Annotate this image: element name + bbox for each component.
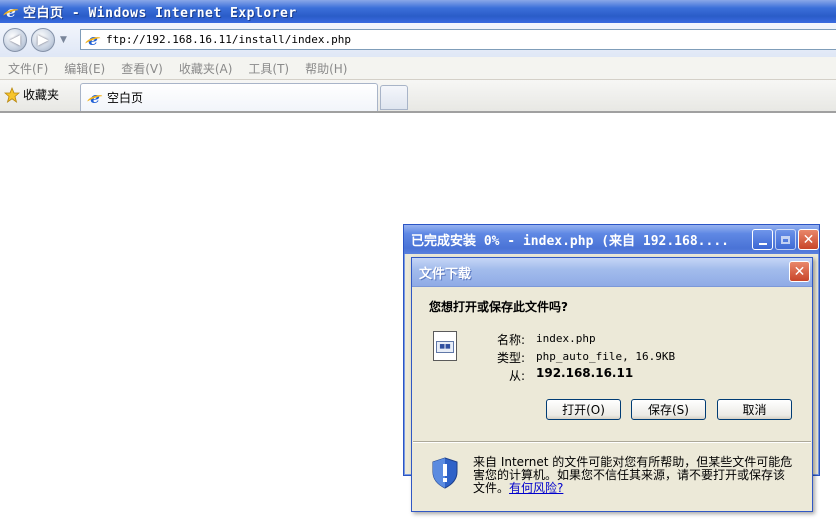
recent-pages-dropdown-icon[interactable]: ▼ <box>60 35 67 45</box>
menu-favorites[interactable]: 收藏夹(A) <box>179 60 233 77</box>
star-icon <box>4 86 20 103</box>
download-question: 您想打开或保存此文件吗? <box>429 300 568 314</box>
type-label: 类型: <box>496 351 525 365</box>
from-value: 192.168.16.11 <box>536 366 634 380</box>
window-title: 空白页 - Windows Internet Explorer <box>23 6 297 21</box>
address-toolbar: ◀ ▶ ▼ e ftp://192.168.16.11/install/inde… <box>0 23 836 58</box>
favorites-button[interactable]: 收藏夹 <box>4 86 59 103</box>
page-ie-icon: e <box>85 31 101 49</box>
menu-tools[interactable]: 工具(T) <box>248 60 289 77</box>
dialog-close-button[interactable]: ✕ <box>789 261 810 282</box>
forward-button[interactable]: ▶ <box>31 28 55 52</box>
maximize-button <box>775 229 796 250</box>
tab-bar: 收藏夹 e 空白页 <box>0 80 836 113</box>
type-value: php_auto_file, 16.9KB <box>536 350 676 363</box>
file-icon: ■■ <box>433 331 457 361</box>
dialog-divider <box>413 441 811 443</box>
menu-edit[interactable]: 编辑(E) <box>64 60 105 77</box>
address-url[interactable]: ftp://192.168.16.11/install/index.php <box>106 33 351 46</box>
tab-blank-page[interactable]: e 空白页 <box>80 83 378 111</box>
security-shield-icon <box>432 457 458 489</box>
progress-close-button[interactable]: ✕ <box>798 229 819 250</box>
progress-title: 已完成安装 0% - index.php (来自 192.168.... <box>411 234 729 249</box>
address-input[interactable]: e ftp://192.168.16.11/install/index.php <box>80 29 836 50</box>
menu-help[interactable]: 帮助(H) <box>305 60 347 77</box>
file-download-dialog: 文件下载 ✕ 您想打开或保存此文件吗? ■■ 名称: index.php 类型:… <box>411 257 813 512</box>
cancel-button[interactable]: 取消 <box>717 399 792 420</box>
ie-title-bar[interactable]: e 空白页 - Windows Internet Explorer <box>0 0 836 23</box>
open-button[interactable]: 打开(O) <box>546 399 621 420</box>
tab-label: 空白页 <box>107 91 144 105</box>
name-label: 名称: <box>496 333 525 347</box>
security-warning: 来自 Internet 的文件可能对您有所帮助，但某些文件可能危害您的计算机。如… <box>473 456 795 495</box>
minimize-icon <box>758 242 767 245</box>
maximize-icon <box>781 235 790 244</box>
tab-ie-icon: e <box>87 89 103 107</box>
back-button[interactable]: ◀ <box>3 28 27 52</box>
forward-arrow-icon: ▶ <box>37 32 49 48</box>
menu-bar: 文件(F) 编辑(E) 查看(V) 收藏夹(A) 工具(T) 帮助(H) <box>0 57 836 80</box>
back-arrow-icon: ◀ <box>9 32 21 48</box>
menu-file[interactable]: 文件(F) <box>8 60 48 77</box>
ie-logo-icon: e <box>3 3 19 21</box>
dialog-title-bar[interactable]: 文件下载 <box>412 258 812 287</box>
menu-view[interactable]: 查看(V) <box>121 60 163 77</box>
close-icon: ✕ <box>793 263 806 280</box>
name-value: index.php <box>536 332 596 345</box>
minimize-button[interactable] <box>752 229 773 250</box>
what-is-the-risk-link[interactable]: 有何风险? <box>509 481 563 495</box>
save-button[interactable]: 保存(S) <box>631 399 706 420</box>
close-icon: ✕ <box>802 231 815 248</box>
dialog-title: 文件下载 <box>419 266 472 282</box>
new-tab-button[interactable] <box>380 85 408 110</box>
from-label: 从: <box>508 369 525 383</box>
favorites-label: 收藏夹 <box>23 88 60 102</box>
